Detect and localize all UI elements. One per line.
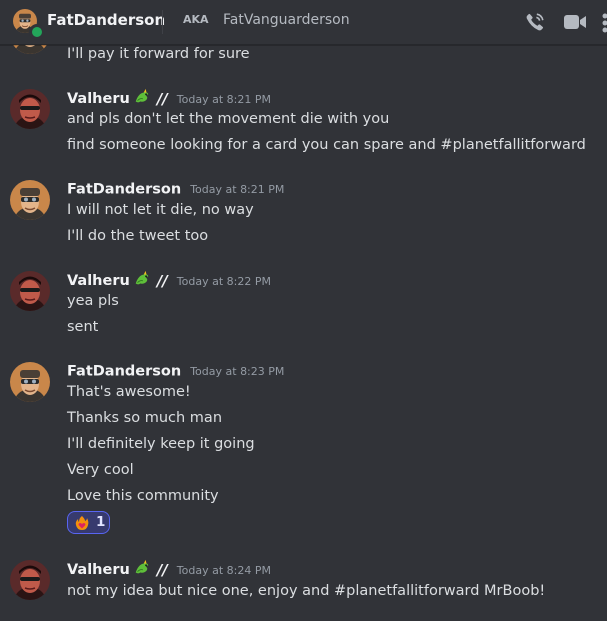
- message-text: find someone looking for a card you can …: [67, 137, 586, 153]
- message-list[interactable]: I'll pay it forward for sure Valheru // To…: [0, 44, 607, 621]
- name-suffix: //: [156, 90, 168, 108]
- message-text: yea pls: [67, 293, 119, 309]
- message-text: not my idea but nice one, enjoy and #pla…: [67, 583, 546, 599]
- message-text: and pls don't let the movement die with …: [67, 111, 390, 127]
- dragon-emoji-icon: [133, 270, 151, 292]
- dm-header: FatDanderson AKA FatVanguarderson: [0, 0, 607, 45]
- header-username[interactable]: FatDanderson: [47, 11, 165, 29]
- message-text: I'll definitely keep it going: [67, 436, 255, 452]
- message-text: I'll do the tweet too: [67, 228, 209, 244]
- online-status-indicator: [29, 24, 45, 40]
- message-header: FatDanderson Today at 8:23 PM: [67, 361, 284, 383]
- name-suffix: //: [156, 561, 168, 579]
- message-username[interactable]: Valheru: [67, 273, 130, 289]
- dragon-emoji-icon: [133, 88, 151, 110]
- user-avatar[interactable]: [10, 44, 50, 54]
- user-avatar[interactable]: [10, 560, 50, 600]
- message-header: Valheru // Today at 8:21 PM: [67, 88, 271, 110]
- reaction-count: 1: [96, 514, 106, 530]
- header-divider: [162, 10, 163, 34]
- aka-badge: AKA: [183, 13, 209, 26]
- message-username[interactable]: Valheru: [67, 562, 130, 578]
- message-timestamp[interactable]: Today at 8:23 PM: [190, 365, 284, 378]
- more-icon[interactable]: [600, 11, 607, 33]
- phone-call-icon[interactable]: [524, 11, 546, 33]
- message-text: sent: [67, 319, 99, 335]
- message-timestamp[interactable]: Today at 8:24 PM: [177, 564, 271, 577]
- message-username[interactable]: FatDanderson: [67, 182, 181, 198]
- user-avatar[interactable]: [10, 271, 50, 311]
- message-text: I'll pay it forward for sure: [67, 46, 250, 62]
- video-call-icon[interactable]: [563, 11, 586, 33]
- message-timestamp[interactable]: Today at 8:22 PM: [177, 275, 271, 288]
- message-text: Thanks so much man: [67, 410, 223, 426]
- message-header: FatDanderson Today at 8:21 PM: [67, 179, 284, 201]
- message-header: Valheru // Today at 8:22 PM: [67, 270, 271, 292]
- header-alias: FatVanguarderson: [223, 12, 350, 28]
- message-text: Love this community: [67, 488, 219, 504]
- dragon-emoji-icon: [133, 559, 151, 581]
- user-avatar[interactable]: [10, 89, 50, 129]
- name-suffix: //: [156, 272, 168, 290]
- message-timestamp[interactable]: Today at 8:21 PM: [177, 93, 271, 106]
- message-header: Valheru // Today at 8:24 PM: [67, 559, 271, 581]
- user-avatar[interactable]: [10, 180, 50, 220]
- message-username[interactable]: FatDanderson: [67, 364, 181, 380]
- fire-heart-emoji-icon: [74, 515, 90, 535]
- message-text: Very cool: [67, 462, 134, 478]
- message-text: I will not let it die, no way: [67, 202, 254, 218]
- user-avatar[interactable]: [10, 362, 50, 402]
- message-text: That's awesome!: [67, 384, 191, 400]
- message-timestamp[interactable]: Today at 8:21 PM: [190, 183, 284, 196]
- message-username[interactable]: Valheru: [67, 91, 130, 107]
- reaction-button[interactable]: 1: [67, 511, 110, 534]
